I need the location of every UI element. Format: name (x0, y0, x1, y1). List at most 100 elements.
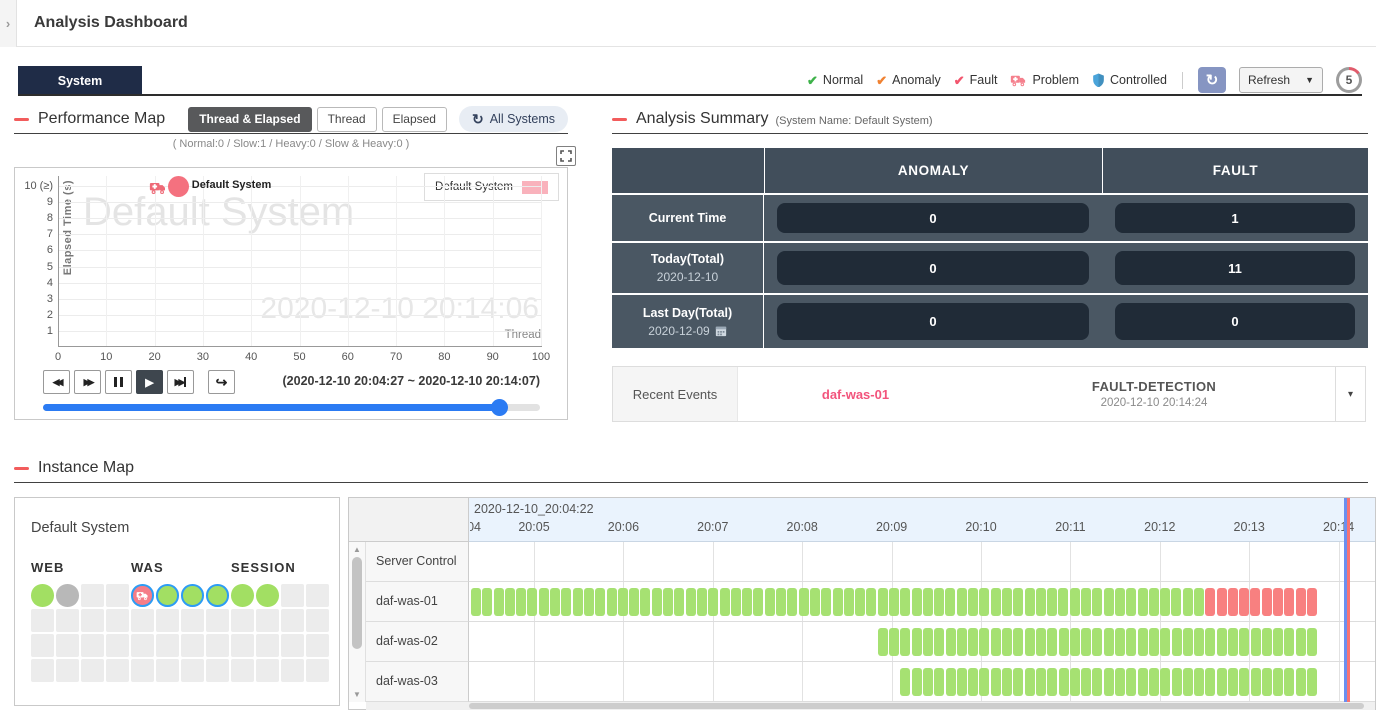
status-block-normal[interactable] (900, 668, 910, 696)
status-block-normal[interactable] (1172, 668, 1182, 696)
status-block-normal[interactable] (1160, 588, 1170, 616)
status-block-normal[interactable] (866, 588, 876, 616)
status-block-normal[interactable] (979, 628, 989, 656)
status-block-fault[interactable] (1296, 588, 1306, 616)
status-block-normal[interactable] (1002, 588, 1012, 616)
status-block-normal[interactable] (1262, 628, 1272, 656)
status-block-normal[interactable] (1025, 628, 1035, 656)
status-block-normal[interactable] (855, 588, 865, 616)
status-block-fault[interactable] (1284, 588, 1294, 616)
status-block-normal[interactable] (1149, 668, 1159, 696)
legend-item-fault[interactable]: ✔Fault (954, 73, 998, 87)
status-block-normal[interactable] (516, 588, 526, 616)
summary-value-fault-2[interactable]: 0 (1115, 303, 1355, 340)
status-block-normal[interactable] (1036, 668, 1046, 696)
status-block-normal[interactable] (912, 668, 922, 696)
status-block-normal[interactable] (1284, 628, 1294, 656)
status-block-normal[interactable] (765, 588, 775, 616)
status-block-normal[interactable] (1160, 668, 1170, 696)
status-block-normal[interactable] (550, 588, 560, 616)
status-block-normal[interactable] (957, 588, 967, 616)
status-block-normal[interactable] (810, 588, 820, 616)
status-block-normal[interactable] (934, 588, 944, 616)
status-block-normal[interactable] (1262, 668, 1272, 696)
status-block-normal[interactable] (482, 588, 492, 616)
status-block-normal[interactable] (945, 588, 955, 616)
status-block-normal[interactable] (1115, 628, 1125, 656)
status-block-normal[interactable] (1013, 668, 1023, 696)
status-block-normal[interactable] (1194, 588, 1204, 616)
status-block-normal[interactable] (934, 668, 944, 696)
status-block-normal[interactable] (799, 588, 809, 616)
status-block-normal[interactable] (1228, 628, 1238, 656)
status-block-normal[interactable] (1059, 628, 1069, 656)
status-block-normal[interactable] (674, 588, 684, 616)
status-block-normal[interactable] (991, 588, 1001, 616)
status-block-fault[interactable] (1307, 588, 1317, 616)
summary-value-fault-1[interactable]: 11 (1115, 251, 1355, 285)
summary-value-fault-0[interactable]: 1 (1115, 203, 1355, 233)
status-block-normal[interactable] (1171, 588, 1181, 616)
instance-green[interactable] (256, 584, 279, 607)
rewind-button[interactable]: ◀◀ (43, 370, 70, 394)
expand-button[interactable] (556, 146, 576, 166)
status-block-fault[interactable] (1273, 588, 1283, 616)
horizontal-scroll-thumb[interactable] (469, 703, 1364, 709)
status-block-normal[interactable] (821, 588, 831, 616)
status-block-normal[interactable] (607, 588, 617, 616)
status-block-normal[interactable] (979, 668, 989, 696)
status-block-normal[interactable] (1284, 668, 1294, 696)
status-block-normal[interactable] (595, 588, 605, 616)
status-block-normal[interactable] (1070, 628, 1080, 656)
status-block-normal[interactable] (1138, 628, 1148, 656)
summary-value-anomaly-0[interactable]: 0 (777, 203, 1089, 233)
status-block-normal[interactable] (1047, 588, 1057, 616)
instance-green[interactable] (231, 584, 254, 607)
status-block-normal[interactable] (1047, 628, 1057, 656)
status-block-normal[interactable] (539, 588, 549, 616)
status-block-normal[interactable] (720, 588, 730, 616)
instance-green-ring[interactable] (181, 584, 204, 607)
recent-events-expand-button[interactable]: ▾ (1335, 367, 1365, 421)
status-block-normal[interactable] (900, 628, 910, 656)
status-block-normal[interactable] (1205, 668, 1215, 696)
status-block-normal[interactable] (697, 588, 707, 616)
status-block-normal[interactable] (833, 588, 843, 616)
status-block-normal[interactable] (900, 588, 910, 616)
status-block-normal[interactable] (776, 588, 786, 616)
status-block-normal[interactable] (686, 588, 696, 616)
pause-button[interactable] (105, 370, 132, 394)
status-block-normal[interactable] (991, 668, 1001, 696)
status-block-normal[interactable] (1273, 668, 1283, 696)
status-block-normal[interactable] (1092, 628, 1102, 656)
instance-green[interactable] (31, 584, 54, 607)
status-block-normal[interactable] (1205, 628, 1215, 656)
status-block-normal[interactable] (1160, 628, 1170, 656)
status-block-normal[interactable] (708, 588, 718, 616)
status-block-normal[interactable] (1002, 628, 1012, 656)
status-block-normal[interactable] (923, 628, 933, 656)
status-block-normal[interactable] (991, 628, 1001, 656)
status-block-normal[interactable] (1013, 628, 1023, 656)
status-block-fault[interactable] (1239, 588, 1249, 616)
status-block-normal[interactable] (618, 588, 628, 616)
status-block-normal[interactable] (946, 628, 956, 656)
status-block-normal[interactable] (1025, 668, 1035, 696)
status-block-normal[interactable] (1273, 628, 1283, 656)
status-block-normal[interactable] (1296, 628, 1306, 656)
legend-item-normal[interactable]: ✔Normal (807, 73, 863, 87)
skip-to-end-button[interactable]: ▶▶ (167, 370, 194, 394)
status-block-fault[interactable] (1217, 588, 1227, 616)
status-block-normal[interactable] (731, 588, 741, 616)
status-block-normal[interactable] (1104, 668, 1114, 696)
status-block-normal[interactable] (934, 628, 944, 656)
status-block-normal[interactable] (1013, 588, 1023, 616)
status-block-normal[interactable] (742, 588, 752, 616)
status-block-normal[interactable] (923, 588, 933, 616)
status-block-normal[interactable] (1239, 668, 1249, 696)
status-block-normal[interactable] (561, 588, 571, 616)
status-block-normal[interactable] (584, 588, 594, 616)
status-block-normal[interactable] (1307, 628, 1317, 656)
status-block-normal[interactable] (1058, 588, 1068, 616)
status-block-normal[interactable] (1239, 628, 1249, 656)
